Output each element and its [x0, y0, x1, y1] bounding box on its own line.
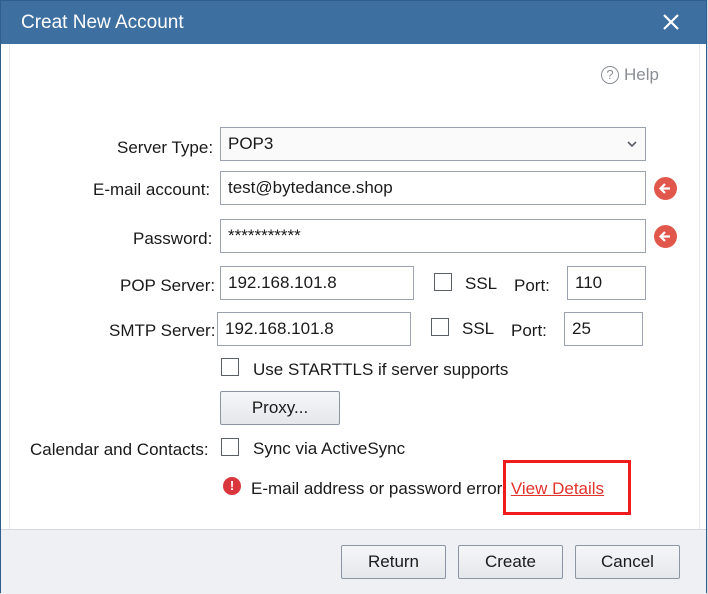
email-field[interactable]: test@bytedance.shop [220, 171, 646, 205]
dialog-title: Creat New Account [21, 12, 184, 33]
help-icon: ? [601, 66, 619, 84]
close-icon[interactable] [657, 11, 685, 35]
smtp-ssl-label: SSL [462, 319, 495, 338]
starttls-checkbox[interactable] [221, 358, 239, 376]
calendar-contacts-label: Calendar and Contacts: [30, 440, 209, 459]
pop-port-value: 110 [575, 273, 603, 292]
email-value: test@bytedance.shop [228, 178, 393, 197]
server-type-select[interactable]: POP3 [220, 127, 646, 161]
pop-server-field[interactable]: 192.168.101.8 [220, 266, 414, 300]
pop-port-field[interactable]: 110 [567, 266, 646, 300]
activesync-label: Sync via ActiveSync [253, 439, 406, 458]
pop-server-label: POP Server: [120, 276, 216, 295]
password-field[interactable]: *********** [220, 219, 646, 253]
return-button[interactable]: Return [341, 545, 446, 579]
pop-ssl-checkbox[interactable] [434, 273, 452, 291]
error-icon: ! [223, 477, 241, 495]
cancel-button[interactable]: Cancel [575, 545, 680, 579]
smtp-port-field[interactable]: 25 [564, 312, 643, 346]
help-link[interactable]: ? Help [601, 65, 659, 85]
password-value: *********** [228, 226, 301, 245]
smtp-ssl-checkbox[interactable] [431, 318, 449, 336]
new-account-dialog: Creat New Account ? Help Server Type: PO… [0, 0, 707, 594]
password-error-icon [654, 225, 677, 248]
email-error-icon [654, 177, 677, 200]
password-label: Password: [133, 229, 213, 248]
pop-ssl-label: SSL [465, 274, 498, 293]
pop-server-value: 192.168.101.8 [228, 273, 337, 292]
server-type-label: Server Type: [117, 138, 214, 157]
starttls-label: Use STARTTLS if server supports [253, 360, 509, 379]
error-message-row: E-mail address or password error. View D… [251, 479, 604, 499]
error-message: E-mail address or password error. [251, 479, 507, 498]
proxy-button[interactable]: Proxy... [220, 391, 340, 425]
activesync-checkbox[interactable] [221, 438, 239, 456]
smtp-server-value: 192.168.101.8 [225, 319, 334, 338]
smtp-port-label: Port: [511, 321, 547, 340]
pop-port-label: Port: [514, 276, 550, 295]
server-type-value: POP3 [228, 134, 274, 153]
smtp-server-field[interactable]: 192.168.101.8 [217, 312, 411, 346]
dialog-footer: Return Create Cancel [1, 529, 706, 594]
email-label: E-mail account: [93, 180, 211, 199]
title-bar: Creat New Account [1, 1, 706, 44]
create-button[interactable]: Create [458, 545, 563, 579]
help-label: Help [624, 65, 659, 84]
smtp-server-label: SMTP Server: [109, 321, 216, 340]
smtp-port-value: 25 [572, 319, 591, 338]
chevron-down-icon [627, 141, 637, 148]
view-details-link[interactable]: View Details [511, 479, 604, 498]
